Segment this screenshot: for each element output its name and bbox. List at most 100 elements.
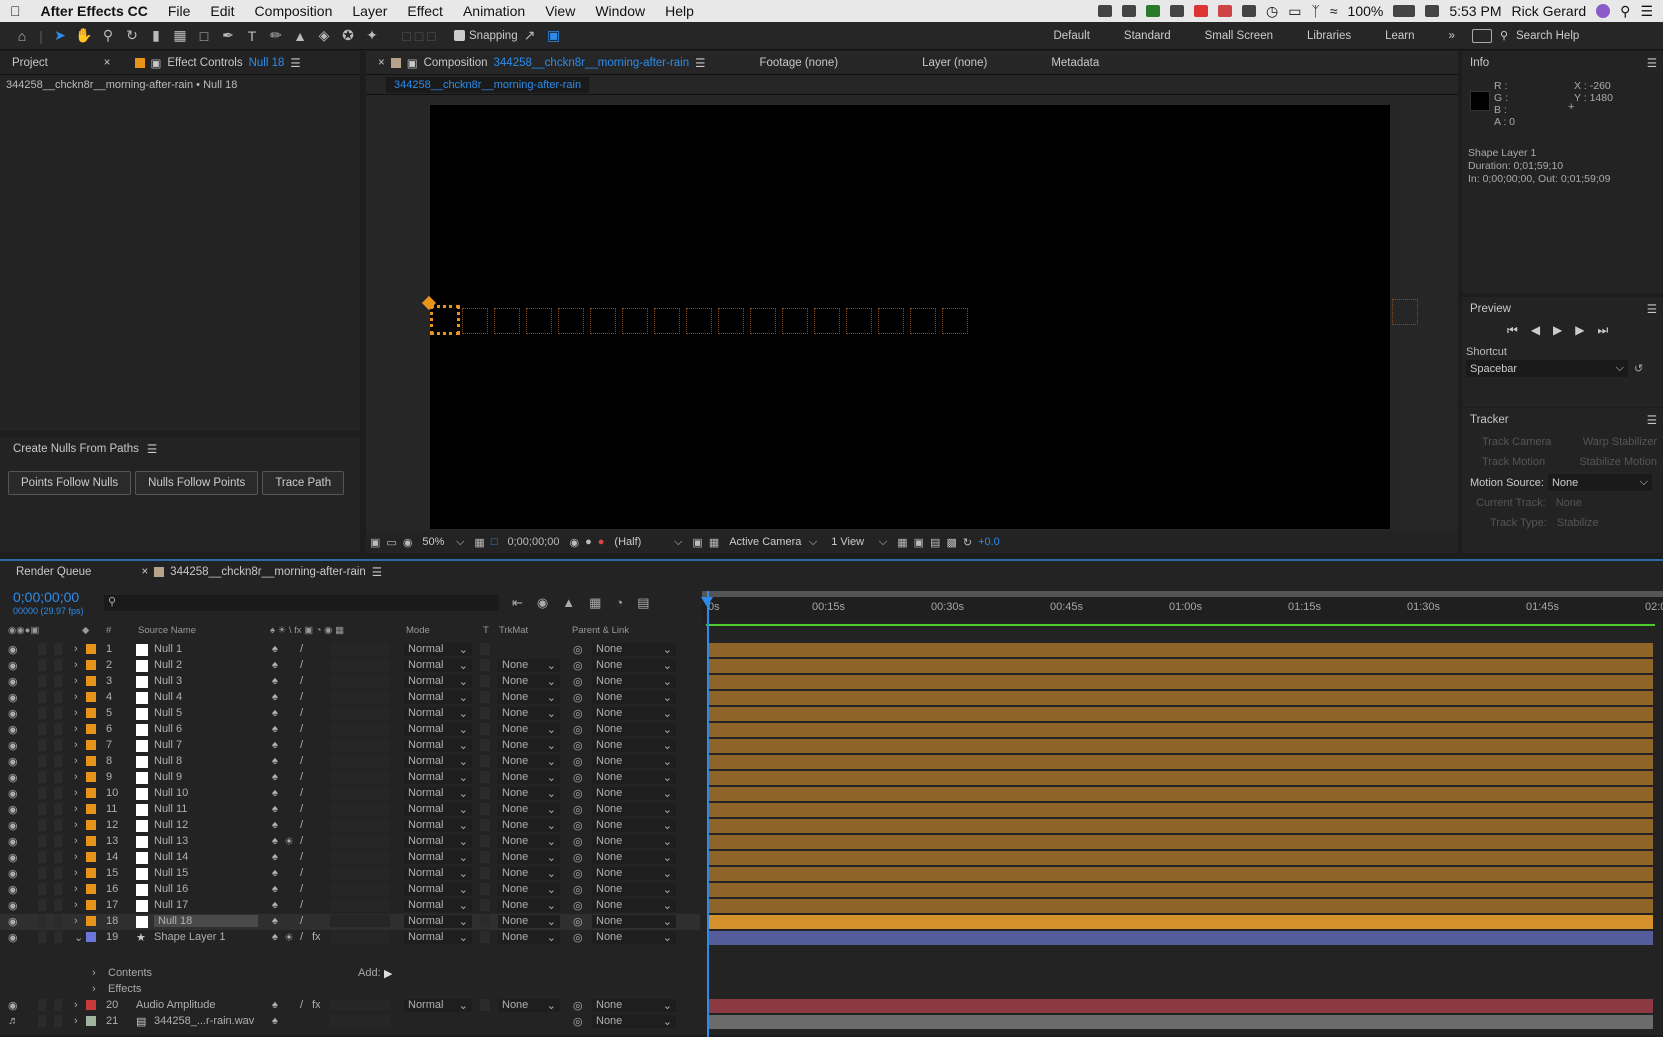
layer-name[interactable]: Audio Amplitude bbox=[136, 999, 216, 1011]
preserve-transparency-switch[interactable] bbox=[480, 931, 490, 943]
expand-arrow-icon[interactable]: › bbox=[74, 659, 78, 671]
label-color-swatch[interactable] bbox=[86, 868, 96, 878]
blend-mode-dropdown[interactable]: Normal ⌄ bbox=[404, 999, 472, 1012]
parent-dropdown[interactable]: None ⌄ bbox=[592, 771, 676, 784]
null-18-outline[interactable] bbox=[430, 305, 460, 335]
solo-switch[interactable] bbox=[38, 899, 46, 911]
label-color-swatch[interactable] bbox=[86, 884, 96, 894]
home-icon[interactable]: ⌂ bbox=[10, 25, 34, 47]
color-channels-icon[interactable]: ● bbox=[598, 536, 605, 548]
expand-arrow-icon[interactable]: › bbox=[74, 707, 78, 719]
solo-switch[interactable] bbox=[38, 1015, 46, 1027]
null-outline[interactable] bbox=[558, 308, 584, 334]
layer-row[interactable]: ◉ › 18 Null 18 ♠ / Normal ⌄ None ⌄ ◎ None ⌄ bbox=[0, 914, 700, 930]
track-matte-dropdown[interactable]: None ⌄ bbox=[498, 899, 560, 912]
visibility-eye-icon[interactable]: ◉ bbox=[8, 659, 18, 672]
pickwhip-icon[interactable]: ◎ bbox=[573, 835, 583, 848]
lock-icon[interactable]: ▣ bbox=[407, 56, 418, 70]
blend-mode-dropdown[interactable]: Normal ⌄ bbox=[404, 771, 472, 784]
always-preview-icon[interactable]: ▣ bbox=[370, 536, 380, 549]
quality-switch-icon[interactable]: / bbox=[300, 723, 303, 735]
blend-mode-dropdown[interactable]: Normal ⌄ bbox=[404, 915, 472, 928]
preserve-transparency-switch[interactable] bbox=[480, 643, 490, 655]
track-matte-dropdown[interactable]: None ⌄ bbox=[498, 755, 560, 768]
visibility-eye-icon[interactable]: ◉ bbox=[8, 787, 18, 800]
parent-dropdown[interactable]: None ⌄ bbox=[592, 739, 676, 752]
visibility-eye-icon[interactable]: ◉ bbox=[8, 851, 18, 864]
more-workspaces-icon[interactable]: » bbox=[1432, 30, 1472, 42]
parent-dropdown[interactable]: None ⌄ bbox=[592, 931, 676, 944]
monitor-icon[interactable]: ▭ bbox=[386, 536, 396, 549]
layer-row[interactable]: ◉ › 6 Null 6 ♠ / Normal ⌄ None ⌄ ◎ None ⌄ bbox=[0, 722, 700, 738]
solo-switch[interactable] bbox=[38, 819, 46, 831]
lock-switch[interactable] bbox=[54, 883, 62, 895]
solo-switch[interactable] bbox=[38, 787, 46, 799]
shy-switch-icon[interactable]: ♠ bbox=[272, 803, 278, 815]
pickwhip-icon[interactable]: ◎ bbox=[573, 723, 583, 736]
track-matte-dropdown[interactable]: None ⌄ bbox=[498, 999, 560, 1012]
layer-search-input[interactable]: ⚲ bbox=[104, 595, 499, 611]
label-color-swatch[interactable] bbox=[86, 676, 96, 686]
layer-name[interactable]: Null 13 bbox=[154, 835, 188, 847]
quality-switch-icon[interactable]: / bbox=[300, 707, 303, 719]
expand-arrow-icon[interactable]: › bbox=[74, 723, 78, 735]
expand-arrow-icon[interactable]: › bbox=[74, 999, 78, 1011]
expand-arrow-icon[interactable]: › bbox=[74, 819, 78, 831]
shy-switch-icon[interactable]: ♠ bbox=[272, 931, 278, 943]
rotate-tool-icon[interactable]: ↻ bbox=[120, 25, 144, 47]
parent-dropdown[interactable]: None ⌄ bbox=[592, 819, 676, 832]
preserve-transparency-switch[interactable] bbox=[480, 867, 490, 879]
workspace-libraries[interactable]: Libraries bbox=[1290, 30, 1368, 42]
layer-row[interactable]: ◉ › 5 Null 5 ♠ / Normal ⌄ None ⌄ ◎ None ⌄ bbox=[0, 706, 700, 722]
workspace-small-screen[interactable]: Small Screen bbox=[1188, 30, 1290, 42]
eraser-tool-icon[interactable]: ◈ bbox=[312, 25, 336, 47]
layer-row[interactable]: ◉ › 9 Null 9 ♠ / Normal ⌄ None ⌄ ◎ None ⌄ bbox=[0, 770, 700, 786]
creative-cloud-icon[interactable] bbox=[1097, 5, 1112, 17]
search-help-input[interactable]: Search Help bbox=[1508, 30, 1663, 42]
pickwhip-icon[interactable]: ◎ bbox=[573, 691, 583, 704]
quality-switch-icon[interactable]: / bbox=[300, 851, 303, 863]
preserve-transparency-switch[interactable] bbox=[480, 771, 490, 783]
track-matte-dropdown[interactable]: None ⌄ bbox=[498, 787, 560, 800]
visibility-eye-icon[interactable]: ◉ bbox=[8, 899, 18, 912]
layer-duration-bar[interactable] bbox=[708, 803, 1653, 817]
lock-icon[interactable]: ▣ bbox=[151, 56, 162, 70]
layer-duration-bar[interactable] bbox=[708, 691, 1653, 705]
expand-arrow-icon[interactable]: › bbox=[74, 755, 78, 767]
calendar-icon[interactable] bbox=[1425, 5, 1440, 17]
layer-row[interactable]: ◉ › 16 Null 16 ♠ / Normal ⌄ None ⌄ ◎ None ⌄ bbox=[0, 882, 700, 898]
panel-menu-icon[interactable]: ☰ bbox=[290, 56, 300, 70]
expand-arrow-icon[interactable]: › bbox=[92, 967, 96, 979]
blend-mode-dropdown[interactable]: Normal ⌄ bbox=[404, 931, 472, 944]
tab-metadata[interactable]: Metadata bbox=[1039, 57, 1111, 69]
solo-switch[interactable] bbox=[38, 707, 46, 719]
track-matte-dropdown[interactable]: None ⌄ bbox=[498, 835, 560, 848]
menu-layer[interactable]: Layer bbox=[342, 3, 397, 19]
label-color-swatch[interactable] bbox=[86, 740, 96, 750]
null-outline[interactable] bbox=[494, 308, 520, 334]
shy-switch-icon[interactable]: ♠ bbox=[272, 739, 278, 751]
null-outline[interactable] bbox=[718, 308, 744, 334]
solo-switch[interactable] bbox=[38, 851, 46, 863]
transparency-grid-icon[interactable]: ▦ bbox=[709, 536, 719, 549]
stabilize-motion-button[interactable]: Stabilize Motion bbox=[1579, 456, 1657, 468]
parent-dropdown[interactable]: None ⌄ bbox=[592, 803, 676, 816]
notification-icon[interactable] bbox=[1217, 5, 1232, 17]
previous-frame-icon[interactable]: ◀ bbox=[1531, 323, 1540, 338]
track-matte-dropdown[interactable]: None ⌄ bbox=[498, 803, 560, 816]
layer-name[interactable]: Null 5 bbox=[154, 707, 182, 719]
layer-duration-bar[interactable] bbox=[708, 723, 1653, 737]
preserve-transparency-switch[interactable] bbox=[480, 691, 490, 703]
last-frame-icon[interactable]: ⏭ bbox=[1598, 323, 1609, 338]
graph-editor-icon[interactable]: ▤ bbox=[637, 595, 649, 611]
collapse-switch-icon[interactable]: ☀ bbox=[284, 835, 294, 848]
current-track-value[interactable]: None bbox=[1556, 497, 1582, 509]
layer-duration-bar[interactable] bbox=[708, 659, 1653, 673]
track-motion-button[interactable]: Track Motion bbox=[1468, 456, 1545, 468]
blend-mode-dropdown[interactable]: Normal ⌄ bbox=[404, 675, 472, 688]
layer-name[interactable]: Null 3 bbox=[154, 675, 182, 687]
blend-mode-dropdown[interactable]: Normal ⌄ bbox=[404, 659, 472, 672]
label-color-swatch[interactable] bbox=[86, 932, 96, 942]
workspace-learn[interactable]: Learn bbox=[1368, 30, 1431, 42]
panel-menu-icon[interactable]: ☰ bbox=[1647, 413, 1657, 427]
